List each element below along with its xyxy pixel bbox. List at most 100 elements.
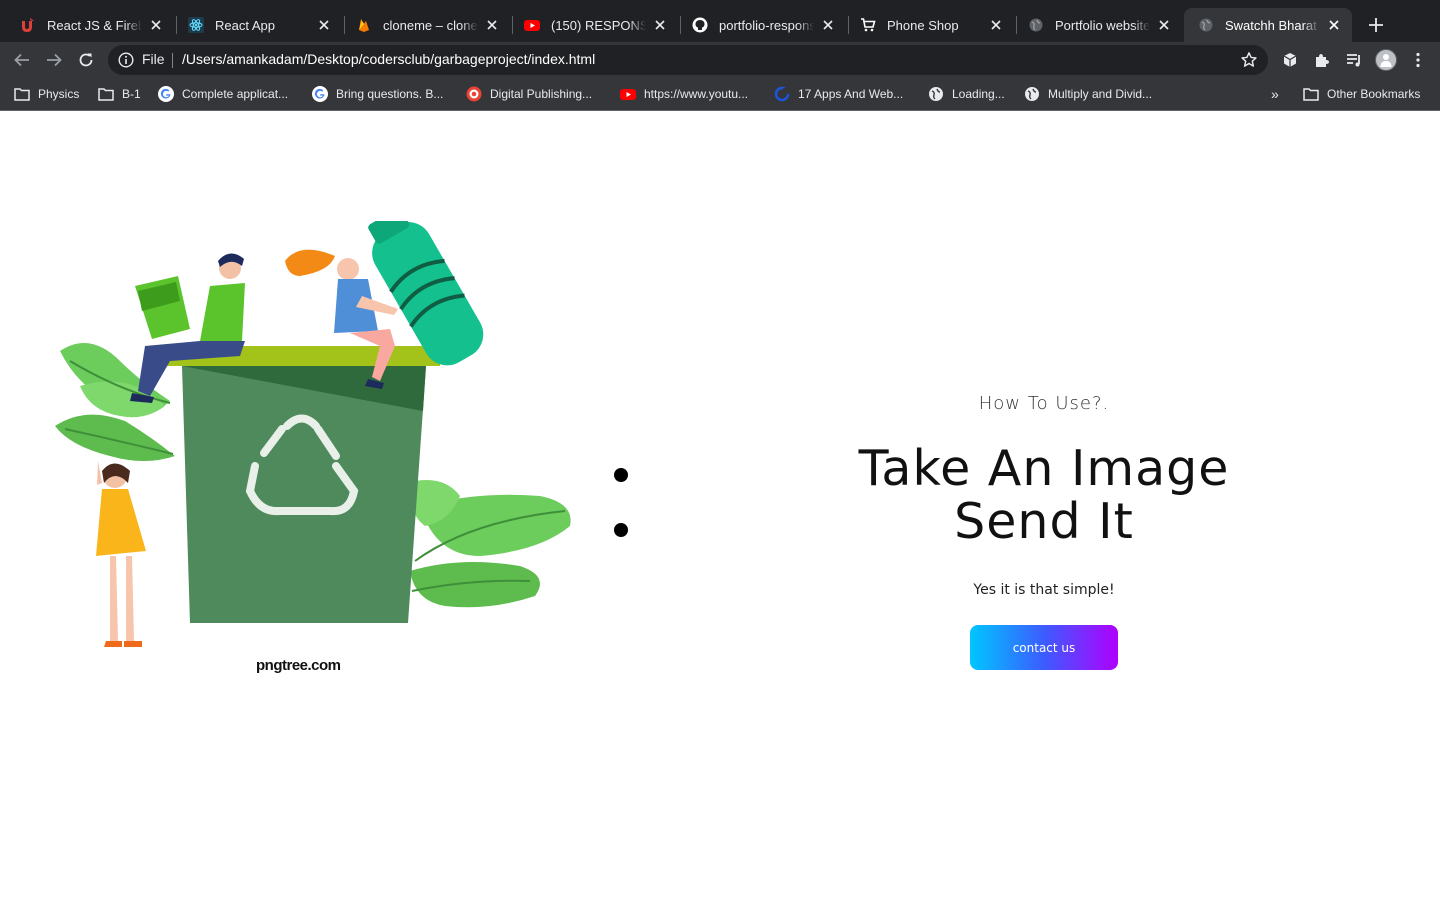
list-bullet: [614, 468, 628, 482]
other-bookmarks[interactable]: Other Bookmarks: [1303, 85, 1420, 103]
close-icon[interactable]: [484, 17, 500, 33]
bookmarks-bar: Physics B-1 Complete applicat... Bring q…: [0, 78, 1440, 111]
firebase-icon: [356, 17, 372, 33]
react-icon: [188, 17, 204, 33]
close-icon[interactable]: [316, 17, 332, 33]
list-bullet: [614, 523, 628, 537]
tab-react-firebase[interactable]: React JS & Firebase: [6, 8, 174, 42]
headline-line-2: Send It: [954, 493, 1134, 550]
playlist-music-icon: [1347, 54, 1360, 67]
page-content: pngtree.com How To Use?. Take An Image S…: [0, 111, 1440, 900]
google-icon: [158, 86, 174, 102]
bookmark-digital-publishing[interactable]: Digital Publishing...: [466, 85, 592, 103]
bookmark-multiply-divide[interactable]: Multiply and Divid...: [1024, 85, 1152, 103]
github-icon: [692, 17, 708, 33]
profile-avatar[interactable]: [1375, 49, 1397, 71]
close-icon[interactable]: [1326, 17, 1342, 33]
close-icon[interactable]: [820, 17, 836, 33]
tab-title: (150) RESPONSIVE: [551, 17, 646, 33]
tab-react-app[interactable]: React App: [174, 8, 342, 42]
bookmarks-overflow-button[interactable]: »: [1271, 85, 1279, 103]
reload-button[interactable]: [74, 48, 98, 72]
folder-icon: [1303, 86, 1319, 102]
blue-logo-icon: [774, 86, 790, 102]
folder-icon: [14, 86, 30, 102]
tab-phone-shop[interactable]: Phone Shop: [846, 8, 1014, 42]
info-icon[interactable]: [118, 52, 134, 68]
bookmark-complete-application[interactable]: Complete applicat...: [158, 85, 288, 103]
globe-icon: [928, 86, 944, 102]
back-button[interactable]: [10, 48, 34, 72]
tab-title: cloneme – cloneme: [383, 17, 478, 33]
kebab-menu-icon: [1416, 52, 1420, 68]
url-text[interactable]: /Users/amankadam/Desktop/codersclub/garb…: [182, 51, 595, 67]
tab-swatchh-bharat[interactable]: Swatchh Bharat: [1184, 8, 1352, 42]
close-icon[interactable]: [652, 17, 668, 33]
tab-title: Portfolio website c: [1055, 17, 1150, 33]
image-watermark: pngtree.com: [256, 657, 341, 674]
extensions-button[interactable]: [1310, 48, 1334, 72]
cart-icon: [860, 17, 876, 33]
tab-title: React App: [215, 17, 275, 33]
browser-menu-button[interactable]: [1406, 48, 1430, 72]
bookmark-label: Physics: [38, 87, 80, 101]
bookmark-17-apps[interactable]: 17 Apps And Web...: [774, 85, 903, 103]
tab-strip: React JS & Firebase React App cloneme – …: [0, 0, 1440, 42]
bookmark-label: Digital Publishing...: [490, 87, 593, 101]
bookmark-b1[interactable]: B-1: [98, 85, 141, 103]
udemy-icon: [20, 17, 36, 33]
leaves-right-illustration: [410, 480, 571, 608]
globe-icon: [1028, 17, 1044, 33]
recycling-bin-illustration: [55, 221, 571, 647]
bookmark-label: Multiply and Divid...: [1048, 87, 1153, 101]
bookmark-label: Bring questions. B...: [336, 87, 444, 101]
bookmark-star-icon[interactable]: [1240, 51, 1258, 69]
headline-line-1: Take An Image: [858, 440, 1230, 497]
tab-youtube-responsive[interactable]: (150) RESPONSIVE: [510, 8, 678, 42]
address-divider: [172, 53, 173, 68]
bookmark-loading[interactable]: Loading...: [928, 85, 1005, 103]
chevron-double-right-icon: »: [1271, 86, 1279, 102]
google-icon: [312, 86, 328, 102]
tab-title: Phone Shop: [887, 17, 959, 33]
close-icon[interactable]: [1156, 17, 1172, 33]
address-bar[interactable]: File /Users/amankadam/Desktop/codersclub…: [108, 45, 1268, 75]
puzzle-icon: [1316, 54, 1329, 67]
folder-icon: [98, 86, 114, 102]
hero-headline: Take An Image Send It: [804, 442, 1284, 548]
bookmark-label: B-1: [122, 87, 141, 101]
contact-us-button[interactable]: contact us: [970, 625, 1118, 670]
tab-title: Swatchh Bharat: [1225, 17, 1317, 33]
media-control-button[interactable]: [1342, 48, 1366, 72]
bookmark-physics[interactable]: Physics: [14, 85, 79, 103]
page-scheme-label: File: [142, 51, 165, 67]
bookmark-label: 17 Apps And Web...: [798, 87, 904, 101]
cube-extension-icon: [1283, 53, 1297, 67]
person-icon: [1380, 54, 1392, 67]
globe-icon: [1024, 86, 1040, 102]
plus-icon: [1369, 18, 1383, 32]
hero-tagline: Yes it is that simple!: [973, 582, 1115, 598]
close-icon[interactable]: [148, 17, 164, 33]
bookmark-bring-questions[interactable]: Bring questions. B...: [312, 85, 443, 103]
tab-cloneme[interactable]: cloneme – cloneme: [342, 8, 510, 42]
target-icon: [466, 86, 482, 102]
new-tab-button[interactable]: [1364, 13, 1388, 37]
arrow-right-icon: [47, 53, 62, 67]
youtube-icon: [524, 17, 540, 33]
extension-button[interactable]: [1278, 48, 1302, 72]
tab-title: portfolio-responsive: [719, 17, 814, 33]
globe-icon: [1198, 17, 1214, 33]
youtube-icon: [620, 86, 636, 102]
reload-icon: [79, 53, 93, 67]
forward-button[interactable]: [42, 48, 66, 72]
bookmark-label: https://www.youtu...: [644, 87, 749, 101]
tab-portfolio-website[interactable]: Portfolio website c: [1014, 8, 1182, 42]
tab-github-portfolio[interactable]: portfolio-responsive: [678, 8, 846, 42]
bookmark-label: Other Bookmarks: [1327, 87, 1421, 101]
browser-toolbar: File /Users/amankadam/Desktop/codersclub…: [0, 42, 1440, 78]
bookmark-youtube[interactable]: https://www.youtu...: [620, 85, 748, 103]
close-icon[interactable]: [988, 17, 1004, 33]
girl-illustration: [96, 461, 146, 647]
hero-section: How To Use?. Take An Image Send It Yes i…: [804, 393, 1284, 670]
